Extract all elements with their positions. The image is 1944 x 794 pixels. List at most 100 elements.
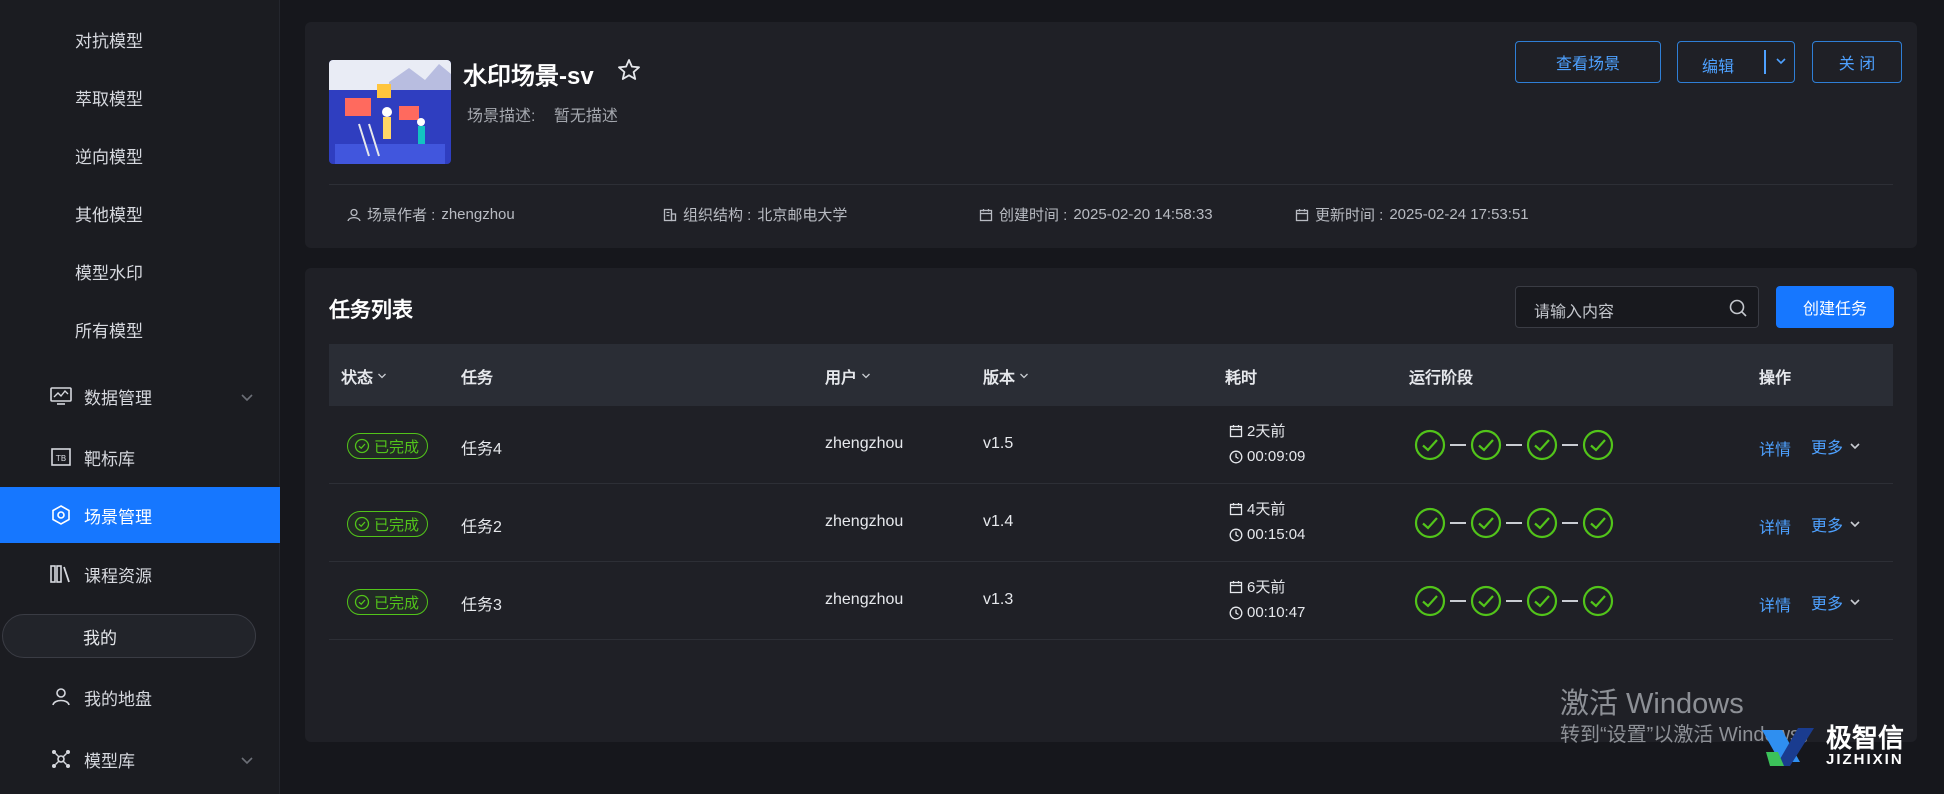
sidebar-item-my-disk[interactable]: 我的地盘 <box>0 669 280 725</box>
scene-description-value: 暂无描述 <box>553 108 618 125</box>
create-task-button[interactable]: 创建任务 <box>1776 286 1894 328</box>
table-row: 已完成 任务2 zhengzhou v1.4 4天前 00:15:04 详情 更… <box>329 484 1893 562</box>
clock-icon <box>1229 606 1243 619</box>
close-button[interactable]: 关 闭 <box>1812 41 1902 83</box>
task-ago: 4天前 <box>1229 498 1285 519</box>
sidebar-item-other-model[interactable]: 其他模型 <box>75 196 143 236</box>
sidebar-item-mine[interactable]: 我的 <box>2 614 256 658</box>
stage-connector <box>1562 522 1578 524</box>
more-dropdown[interactable]: 更多 <box>1811 590 1861 614</box>
chevron-down-icon <box>240 751 254 771</box>
network-nodes-icon <box>50 748 72 770</box>
more-dropdown[interactable]: 更多 <box>1811 434 1861 458</box>
detail-link[interactable]: 详情 <box>1759 514 1791 538</box>
sidebar-item-label: 场景管理 <box>84 507 152 527</box>
divider <box>329 184 1893 185</box>
column-stage: 运行阶段 <box>1409 364 1473 388</box>
detail-link[interactable]: 详情 <box>1759 436 1791 460</box>
scene-description: 场景描述: 暂无描述 <box>467 102 618 126</box>
table-row: 已完成 任务3 zhengzhou v1.3 6天前 00:10:47 详情 更… <box>329 562 1893 640</box>
task-name: 任务4 <box>461 441 502 458</box>
check-circle-icon <box>354 594 370 610</box>
sidebar-item-target-library[interactable]: TB 靶标库 <box>0 429 280 485</box>
star-favorite-icon[interactable] <box>617 58 643 84</box>
user-icon <box>347 208 361 221</box>
stage-complete-icon <box>1414 507 1446 539</box>
view-scene-button[interactable]: 查看场景 <box>1515 41 1661 83</box>
sidebar-item-model-watermark[interactable]: 模型水印 <box>75 254 143 294</box>
scene-updated-label: 更新时间 : <box>1315 207 1384 224</box>
more-label: 更多 <box>1811 596 1844 613</box>
edit-button[interactable]: 编辑 <box>1677 41 1795 83</box>
task-user: zhengzhou <box>825 591 904 608</box>
scene-info-card: 水印场景-sv 场景描述: 暂无描述 查看场景 编辑 关 闭 场景作者 : zh… <box>305 22 1917 248</box>
sidebar-item-course-resources[interactable]: 课程资源 <box>0 546 280 602</box>
task-duration: 00:15:04 <box>1229 526 1305 543</box>
more-label: 更多 <box>1811 518 1844 535</box>
column-label: 用户 <box>825 370 858 387</box>
task-user: zhengzhou <box>825 513 904 530</box>
column-duration: 耗时 <box>1225 364 1257 388</box>
column-label: 耗时 <box>1225 370 1258 387</box>
calendar-icon <box>1229 424 1243 437</box>
scene-updated: 更新时间 : 2025-02-24 17:53:51 <box>1295 204 1529 225</box>
column-label: 运行阶段 <box>1409 370 1474 387</box>
column-user[interactable]: 用户 <box>825 364 871 388</box>
chevron-down-icon <box>1850 521 1860 528</box>
sidebar-item-adversarial-model[interactable]: 对抗模型 <box>75 22 143 62</box>
stage-connector <box>1450 600 1466 602</box>
scene-author-value: zhengzhou <box>441 206 515 223</box>
column-label: 状态 <box>341 370 374 387</box>
sidebar-item-model-library[interactable]: 模型库 <box>0 731 280 787</box>
search-icon[interactable] <box>1728 298 1748 323</box>
detail-link[interactable]: 详情 <box>1759 592 1791 616</box>
stage-connector <box>1562 600 1578 602</box>
search-input[interactable]: 请输入内容 <box>1515 286 1759 328</box>
windows-activation-watermark: 激活 Windows <box>1560 688 1744 720</box>
task-duration-text: 00:09:09 <box>1247 448 1306 465</box>
task-ago-text: 2天前 <box>1247 423 1286 440</box>
stage-connector <box>1506 444 1522 446</box>
calendar-icon <box>1229 580 1243 593</box>
task-ago-text: 6天前 <box>1247 579 1286 596</box>
building-icon <box>663 208 677 221</box>
books-icon <box>50 563 72 585</box>
sidebar-item-data-management[interactable]: 数据管理 <box>0 368 280 424</box>
sidebar-item-extraction-model[interactable]: 萃取模型 <box>75 80 143 120</box>
column-action: 操作 <box>1759 364 1791 388</box>
task-user: zhengzhou <box>825 435 904 452</box>
sidebar-item-label: 数据管理 <box>84 388 152 408</box>
scene-description-label: 场景描述: <box>467 108 536 125</box>
logo-cn-text: 极智信 <box>1826 722 1905 753</box>
task-ago: 2天前 <box>1229 420 1285 441</box>
task-ago: 6天前 <box>1229 576 1285 597</box>
task-duration: 00:09:09 <box>1229 448 1305 465</box>
column-version[interactable]: 版本 <box>983 364 1029 388</box>
stage-connector <box>1506 600 1522 602</box>
chevron-down-icon[interactable] <box>1774 54 1788 73</box>
sidebar-item-scene-management[interactable]: 场景管理 <box>0 487 280 543</box>
table-row: 已完成 任务4 zhengzhou v1.5 2天前 00:09:09 详情 更… <box>329 406 1893 484</box>
task-duration-text: 00:15:04 <box>1247 526 1306 543</box>
sidebar-item-all-models[interactable]: 所有模型 <box>75 312 143 352</box>
scene-updated-value: 2025-02-24 17:53:51 <box>1389 206 1529 223</box>
column-label: 操作 <box>1759 370 1792 387</box>
sidebar: 对抗模型 萃取模型 逆向模型 其他模型 模型水印 所有模型 数据管理 TB 靶标… <box>0 0 280 794</box>
column-label: 版本 <box>983 370 1016 387</box>
chevron-down-icon <box>1850 443 1860 450</box>
chevron-down-icon <box>1020 373 1028 379</box>
more-dropdown[interactable]: 更多 <box>1811 512 1861 536</box>
scene-author-label: 场景作者 : <box>367 207 436 224</box>
calendar-icon <box>979 208 993 221</box>
sidebar-item-reverse-model[interactable]: 逆向模型 <box>75 138 143 178</box>
target-box-icon: TB <box>50 446 72 468</box>
task-name: 任务2 <box>461 519 502 536</box>
run-stages <box>1414 507 1614 539</box>
scene-created-label: 创建时间 : <box>999 207 1068 224</box>
sidebar-item-label: 靶标库 <box>84 449 135 469</box>
task-list-title: 任务列表 <box>329 299 413 322</box>
column-status[interactable]: 状态 <box>341 364 387 388</box>
chevron-down-icon <box>378 373 386 379</box>
stage-complete-icon <box>1470 429 1502 461</box>
calendar-icon <box>1295 208 1309 221</box>
